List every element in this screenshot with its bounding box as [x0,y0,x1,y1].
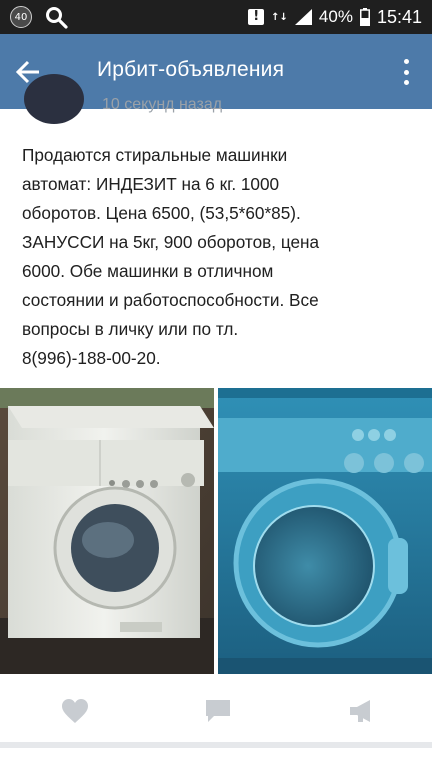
signal-icon [294,9,312,25]
clock: 15:41 [376,6,422,27]
post-timestamp: 10 секунд назад [102,96,223,113]
share-icon [350,700,370,722]
comment-button[interactable] [202,696,234,726]
divider [0,742,432,748]
share-button[interactable] [346,696,378,726]
data-transfer-icon: ↑↓ [271,11,288,23]
photo-washing-machine-indesit[interactable] [218,388,432,674]
like-button[interactable] [59,696,91,726]
post-text: Продаются стиральные машинки автомат: ИН… [22,145,320,368]
comment-icon [206,700,230,722]
alert-icon: ! [248,9,265,25]
avatar[interactable] [24,74,84,124]
post-photos [0,388,432,674]
heart-icon [62,699,88,723]
status-icons: ! ↑↓ 40% 15:41 [248,0,422,34]
dot-icon [403,69,409,75]
battery-icon [359,8,370,26]
more-options-button[interactable] [398,57,414,87]
dot-icon [403,59,409,64]
dot-icon [403,80,409,85]
photo-washing-machine-zanussi[interactable] [0,388,214,674]
search-icon [46,7,68,29]
post-actions [0,686,432,736]
page-title: Ирбит-объявления [97,58,285,81]
notification-badge: 40 [10,6,32,28]
battery-percent: 40% [318,7,353,26]
status-bar: 40 ! ↑↓ 40% 15:41 [0,0,432,34]
